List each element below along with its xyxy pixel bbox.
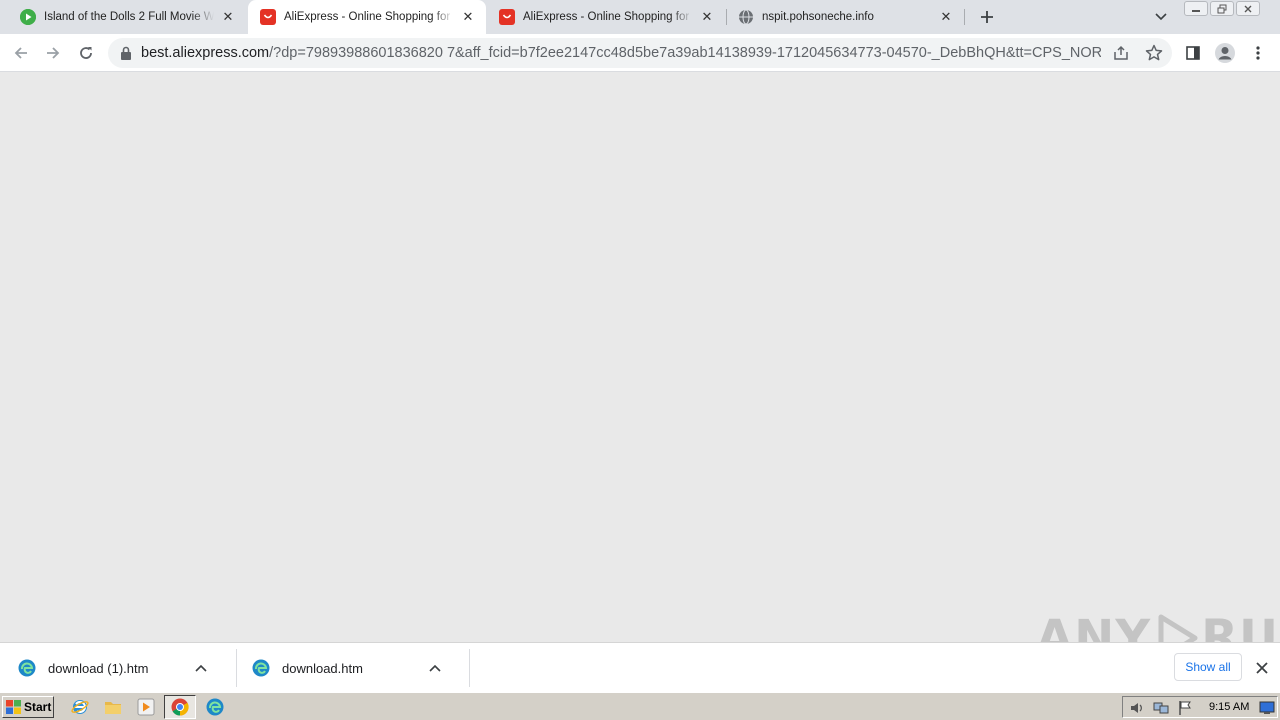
kebab-menu-icon [1256,46,1260,60]
taskbar-clock[interactable]: 9:15 AM [1209,701,1249,713]
download-filename: download.htm [282,660,363,676]
url-path: /?dp=79893988601836820 7&aff_fcid=b7f2ee… [269,45,1101,61]
media-player-icon[interactable] [137,698,155,716]
minimize-icon [1192,9,1200,12]
tab-aliexpress-active[interactable]: AliExpress - Online Shopping for Popular… [248,0,486,34]
show-desktop-icon[interactable] [1259,700,1275,716]
aliexpress-icon [260,9,276,25]
internet-explorer-icon[interactable] [71,698,89,716]
green-play-icon [20,9,36,25]
plus-icon [981,11,993,23]
download-filename: download (1).htm [48,660,149,676]
chevron-up-icon [429,664,441,672]
close-icon[interactable]: ✕ [460,9,476,25]
close-icon [1256,662,1268,674]
download-options-button[interactable] [193,660,209,676]
tab-title: AliExpress - Online Shopping for Popular [523,11,693,23]
download-shelf: download (1).htm download.htm Show all [0,642,1280,692]
tab-nspit[interactable]: nspit.pohsoneche.info ✕ [726,0,964,34]
tab-separator [964,9,965,25]
chevron-down-icon [1155,13,1167,21]
chrome-taskbar-button[interactable] [164,695,196,719]
download-item[interactable]: download (1).htm [18,643,209,693]
url-text[interactable]: best.aliexpress.com/?dp=7989398860183682… [141,45,1101,61]
download-item[interactable]: download.htm [252,643,443,693]
tab-title: AliExpress - Online Shopping for Popular [284,11,454,23]
arrow-right-icon [47,47,60,59]
back-button[interactable] [8,40,34,66]
show-all-downloads-button[interactable]: Show all [1174,653,1242,681]
url-domain: best.aliexpress.com [141,45,270,61]
close-shelf-button[interactable] [1252,658,1272,678]
edge-file-icon [252,659,270,677]
tab-title: Island of the Dolls 2 Full Movie Watch [44,11,214,23]
restore-icon [1217,4,1227,13]
start-button[interactable]: Start [2,696,54,718]
tab-strip: Island of the Dolls 2 Full Movie Watch ✕… [0,0,1280,34]
menu-button[interactable] [1245,40,1271,66]
tab-search-button[interactable] [1150,7,1172,27]
edge-file-icon [18,659,36,677]
close-icon[interactable]: ✕ [938,9,954,25]
tab-title: nspit.pohsoneche.info [762,11,932,23]
close-icon [1244,5,1252,12]
new-tab-button[interactable] [976,6,998,28]
aliexpress-icon [499,9,515,25]
arrow-left-icon [14,47,27,59]
reload-icon [80,47,92,59]
windows-taskbar: Start 9:15 AM [0,692,1280,720]
close-window-button[interactable] [1236,1,1260,16]
close-icon[interactable]: ✕ [699,9,715,25]
forward-button[interactable] [40,40,66,66]
volume-icon[interactable] [1129,700,1145,716]
download-options-button[interactable] [427,660,443,676]
browser-toolbar: best.aliexpress.com/?dp=7989398860183682… [0,34,1280,72]
minimize-button[interactable] [1184,1,1208,16]
download-separator [236,649,237,687]
tab-aliexpress[interactable]: AliExpress - Online Shopping for Popular… [487,0,725,34]
profile-button[interactable] [1212,40,1238,66]
share-icon[interactable] [1112,44,1130,62]
reload-button[interactable] [73,40,99,66]
restore-button[interactable] [1210,1,1234,16]
edge-icon[interactable] [206,698,224,716]
address-bar[interactable]: best.aliexpress.com/?dp=7989398860183682… [108,38,1172,68]
tab-island-of-the-dolls[interactable]: Island of the Dolls 2 Full Movie Watch ✕ [8,0,246,34]
side-panel-button[interactable] [1180,40,1206,66]
page-content-blank [0,72,1280,642]
chevron-up-icon [195,664,207,672]
globe-icon [738,9,754,25]
window-controls [1182,1,1260,17]
windows-logo-icon [6,700,21,714]
bookmark-star-icon[interactable] [1144,43,1164,63]
download-separator [469,649,470,687]
action-center-flag-icon[interactable] [1177,700,1193,716]
folder-icon[interactable] [104,698,122,716]
start-label: Start [24,700,52,714]
system-tray: 9:15 AM [1122,696,1278,718]
avatar-icon [1215,43,1235,63]
network-icon[interactable] [1153,700,1169,716]
side-panel-icon [1186,46,1200,60]
lock-icon[interactable] [120,46,132,60]
chrome-icon [171,698,189,716]
close-icon[interactable]: ✕ [220,9,236,25]
